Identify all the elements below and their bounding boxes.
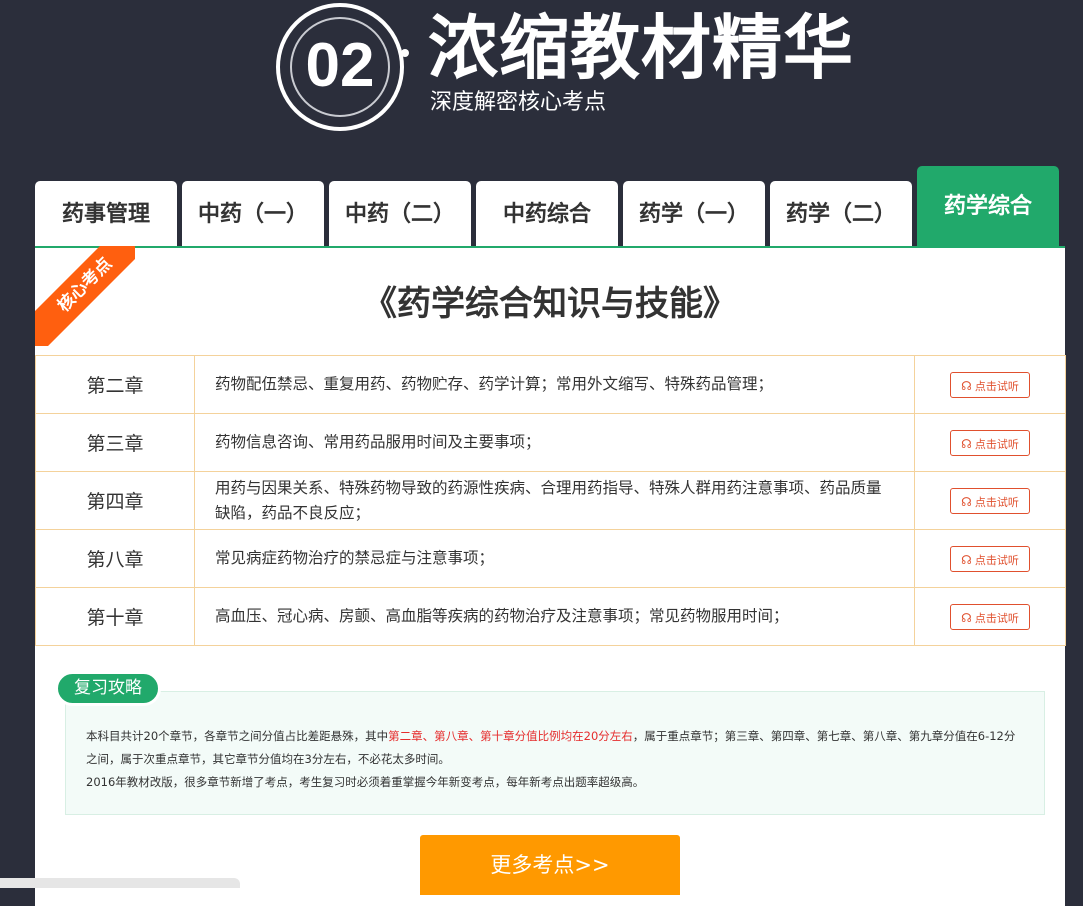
chapter-table: 第二章 药物配伍禁忌、重复用药、药物贮存、药学计算；常用外文缩写、特殊药品管理；…: [35, 355, 1066, 646]
section-title: 浓缩教材精华: [428, 7, 854, 89]
review-paragraph-1: 本科目共计20个章节，各章节之间分值占比差距悬殊，其中第二章、第八章、第十章分值…: [86, 729, 1016, 766]
listen-label: 点击试听: [974, 611, 1019, 625]
listen-label: 点击试听: [974, 495, 1019, 509]
headphone-icon: ☊: [961, 494, 972, 509]
chapter-description: 用药与因果关系、特殊药物导致的药源性疾病、合理用药指导、特殊人群用药注意事项、药…: [194, 471, 915, 530]
listen-button[interactable]: ☊ 点击试听: [950, 371, 1030, 398]
bottom-left-bar: [0, 878, 240, 888]
listen-label: 点击试听: [974, 553, 1019, 567]
table-row: 第三章 药物信息咨询、常用药品服用时间及主要事项； ☊ 点击试听: [35, 413, 1066, 472]
table-row: 第四章 用药与因果关系、特殊药物导致的药源性疾病、合理用药指导、特殊人群用药注意…: [35, 471, 1066, 530]
headphone-icon: ☊: [961, 436, 972, 451]
listen-label: 点击试听: [974, 437, 1019, 451]
table-row: 第十章 高血压、冠心病、房颤、高血脂等疾病的药物治疗及注意事项；常见药物服用时间…: [35, 587, 1066, 646]
tab-pharmacy-1[interactable]: 药学（一）: [623, 181, 765, 247]
chapter-description: 药物信息咨询、常用药品服用时间及主要事项；: [194, 413, 915, 472]
tab-tcm-comprehensive[interactable]: 中药综合: [476, 181, 618, 247]
headphone-icon: ☊: [961, 552, 972, 567]
tab-pharmacy-2[interactable]: 药学（二）: [770, 181, 912, 247]
book-title: 《药学综合知识与技能》: [363, 284, 737, 324]
listen-label: 点击试听: [974, 379, 1019, 393]
chapter-label: 第十章: [35, 587, 195, 646]
listen-button[interactable]: ☊ 点击试听: [950, 429, 1030, 456]
chapter-label: 第二章: [35, 355, 195, 414]
listen-button[interactable]: ☊ 点击试听: [950, 545, 1030, 572]
chapter-label: 第八章: [35, 529, 195, 588]
listen-button[interactable]: ☊ 点击试听: [950, 603, 1030, 630]
chapter-label: 第三章: [35, 413, 195, 472]
table-row: 第二章 药物配伍禁忌、重复用药、药物贮存、药学计算；常用外文缩写、特殊药品管理；…: [35, 355, 1066, 414]
headphone-icon: ☊: [961, 378, 972, 393]
chapter-label: 第四章: [35, 471, 195, 530]
review-highlight: 第二章、第八章、第十章分值比例均在20分左右: [388, 729, 633, 743]
review-paragraph-2: 2016年教材改版，很多章节新增了考点，考生复习时必须着重掌握今年新变考点，每年…: [86, 775, 645, 789]
tab-tcm-2[interactable]: 中药（二）: [329, 181, 471, 247]
more-points-button[interactable]: 更多考点>>: [420, 835, 680, 895]
review-strategy-text: 本科目共计20个章节，各章节之间分值占比差距悬殊，其中第二章、第八章、第十章分值…: [86, 725, 1026, 794]
tab-pharmacy-management[interactable]: 药事管理: [35, 181, 177, 247]
tab-tcm-1[interactable]: 中药（一）: [182, 181, 324, 247]
chapter-description: 常见病症药物治疗的禁忌症与注意事项；: [194, 529, 915, 588]
section-number: 02: [305, 31, 375, 100]
chapter-description: 药物配伍禁忌、重复用药、药物贮存、药学计算；常用外文缩写、特殊药品管理；: [194, 355, 915, 414]
section-subtitle: 深度解密核心考点: [430, 90, 607, 115]
table-row: 第八章 常见病症药物治疗的禁忌症与注意事项； ☊ 点击试听: [35, 529, 1066, 588]
chapter-description: 高血压、冠心病、房颤、高血脂等疾病的药物治疗及注意事项；常见药物服用时间；: [194, 587, 915, 646]
tab-pharmacy-comprehensive[interactable]: 药学综合: [917, 166, 1059, 247]
review-strategy-tag: 复习攻略: [55, 671, 161, 706]
listen-button[interactable]: ☊ 点击试听: [950, 487, 1030, 514]
headphone-icon: ☊: [961, 610, 972, 625]
